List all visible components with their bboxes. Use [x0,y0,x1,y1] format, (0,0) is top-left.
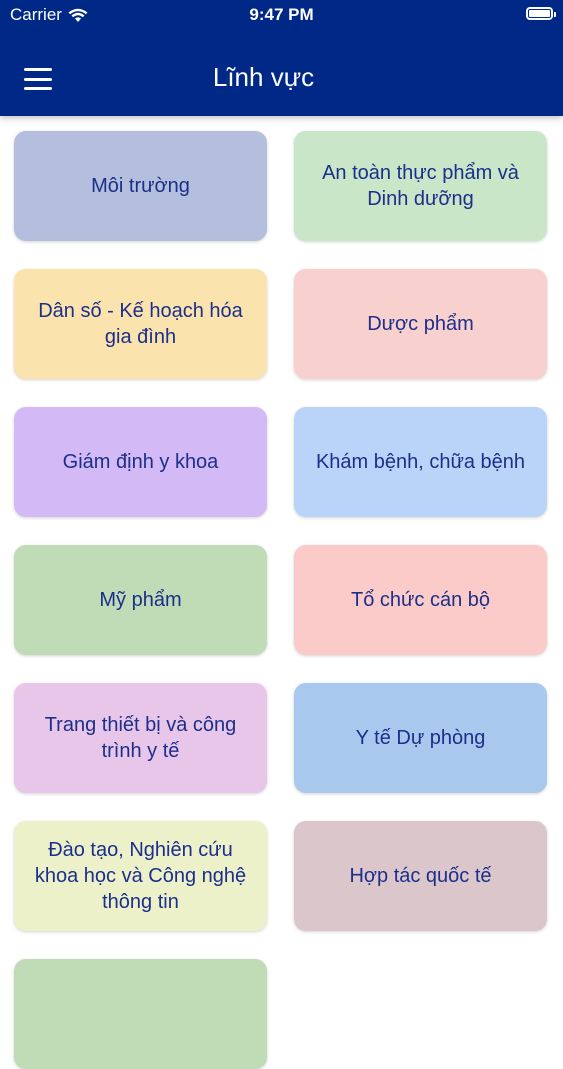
category-grid: Môi trường An toàn thực phẩm và Dinh dưỡn… [14,131,547,1069]
category-label: Mỹ phẩm [99,589,182,611]
battery-icon [526,7,556,20]
category-label: Trang thiết bị và công trình y tế [44,714,237,762]
clock: 9:47 PM [249,5,314,24]
category-tile[interactable]: An toàn thực phẩm và Dinh dưỡng [294,131,547,241]
category-label: Khám bệnh, chữa bệnh [315,451,526,473]
category-tile[interactable]: Đào tạo, Nghiên cứu khoa học và Công ngh… [14,821,267,931]
category-tile[interactable]: Khám bệnh, chữa bệnh [294,407,547,517]
category-tile[interactable]: Trang thiết bị và công trình y tế [14,683,267,793]
category-tile[interactable] [14,959,267,1069]
status-bar: Carrier 9:47 PM [0,0,563,30]
category-label: Dược phẩm [367,313,474,335]
page-title-text: Lĩnh vực [212,62,315,92]
category-label: Giám định y khoa [62,451,219,473]
category-tile[interactable]: Tổ chức cán bộ [294,545,547,655]
category-tile[interactable]: Dược phẩm [294,269,547,379]
category-tile[interactable]: Mỹ phẩm [14,545,267,655]
category-label: Y tế Dự phòng [355,727,486,749]
category-label: Tổ chức cán bộ [350,589,490,611]
category-label: Môi trường [91,175,190,197]
category-tile[interactable]: Y tế Dự phòng [294,683,547,793]
category-tile[interactable]: Dân số - Kế hoạch hóa gia đình [14,269,267,379]
category-tile[interactable]: Giám định y khoa [14,407,267,517]
category-label: Hợp tác quốc tế [349,865,492,887]
category-label: Đào tạo, Nghiên cứu khoa học và Công ngh… [34,839,247,913]
category-tile[interactable]: Hợp tác quốc tế [294,821,547,931]
page-title: Lĩnh vực [0,62,563,93]
category-label: Dân số - Kế hoạch hóa gia đình [38,300,243,348]
category-tile[interactable]: Môi trường [14,131,267,241]
category-label: An toàn thực phẩm và Dinh dưỡng [322,162,519,210]
navigation-header: Carrier 9:47 PM Lĩnh vực [0,0,563,116]
